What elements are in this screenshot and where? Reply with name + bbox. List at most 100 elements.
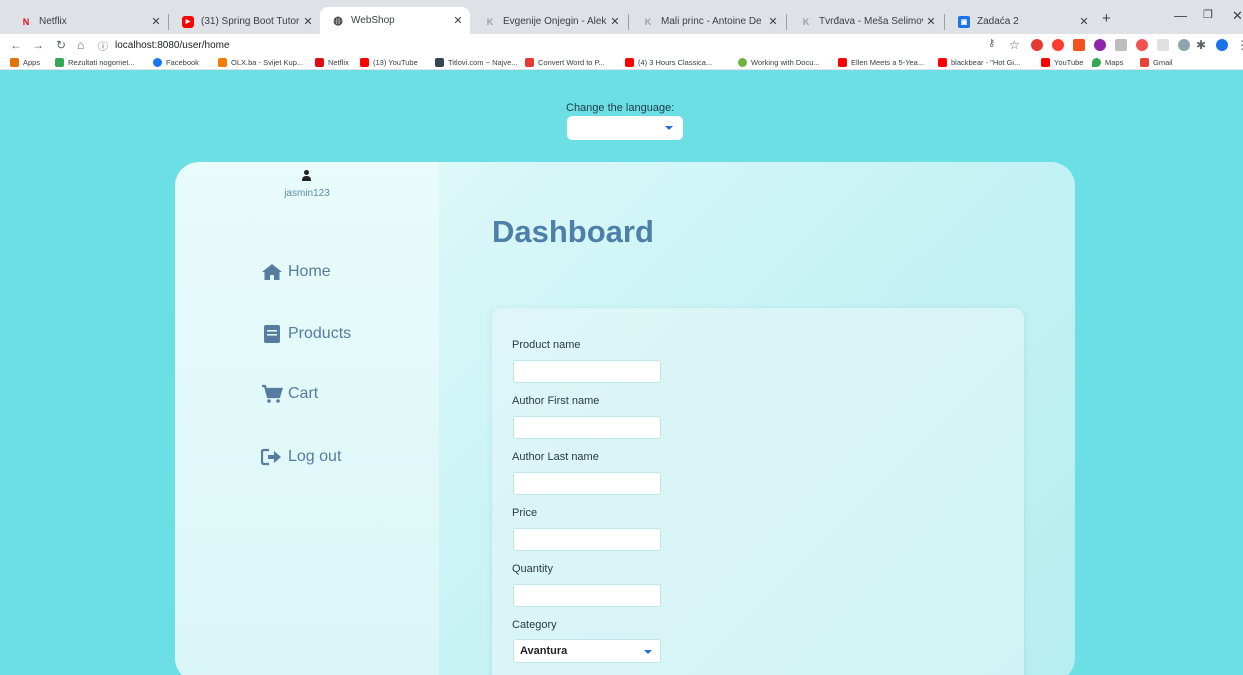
sidebar-item-label: Cart [288,385,319,402]
tab-youtube[interactable]: ▶ (31) Spring Boot Tutorials | Full C ✕ [170,9,320,34]
close-window-icon[interactable]: ✕ [1232,8,1243,24]
product-form: Product name Author First name Author La… [492,308,1024,675]
olx-icon [218,58,227,67]
author-first-name-input[interactable] [513,416,661,439]
tab-netflix[interactable]: N Netflix ✕ [8,9,168,34]
bookmark-titlovi[interactable]: Titlovi.com ~ Najve... [435,58,518,67]
info-icon: ⓘ [98,41,108,53]
tab-tvrdava[interactable]: K Tvrđava - Meša Selimović | Knjig ✕ [788,9,943,34]
home-icon [261,262,283,282]
tab-title: Evgenije Onjegin - Aleksandar P [503,16,607,27]
extension-icon[interactable] [1178,39,1190,51]
extension-icon[interactable] [1157,39,1169,51]
category-selected: Avantura [520,645,568,657]
user-icon [301,170,311,182]
bookmark-label: Gmail [1153,58,1173,67]
language-select[interactable] [567,116,683,140]
gmail-icon [1140,58,1149,67]
webshop-page: Change the language: jasmin123 Home Prod… [8,71,1243,675]
sidebar-item-cart[interactable]: Cart [261,384,318,404]
cart-icon [261,384,283,404]
puzzle-icon[interactable]: ✱ [1196,38,1206,52]
chevron-down-icon [665,126,673,130]
bookmark-classical[interactable]: (4) 3 Hours Classica... [625,58,712,67]
minimize-icon[interactable]: — [1174,8,1187,23]
close-icon[interactable]: ✕ [450,14,466,27]
bookmark-label: OLX.ba - Svijet Kup... [231,58,304,67]
username: jasmin123 [284,188,330,199]
back-arrow-icon[interactable]: ← [10,38,22,52]
close-icon[interactable]: ✕ [923,15,939,28]
dashboard-card: jasmin123 Home Products Cart Log out Das… [175,162,1075,675]
menu-icon[interactable]: ⋮ [1236,38,1243,52]
sidebar-item-label: Log out [288,448,342,465]
bookmark-icon [55,58,64,67]
author-last-name-input[interactable] [513,472,661,495]
youtube-icon [360,58,369,67]
netflix-icon [315,58,324,67]
price-input[interactable] [513,528,661,551]
bookmark-apps[interactable]: Apps [10,58,40,67]
bookmark-star-icon[interactable]: ☆ [1009,38,1020,52]
extension-icon[interactable] [1136,39,1148,51]
bookmark-facebook[interactable]: Facebook [153,58,199,67]
bookmark-label: Apps [23,58,41,67]
bookmark-ellen[interactable]: Ellen Meets a 5-Yea... [838,58,924,67]
avatar[interactable] [1216,39,1228,51]
adblock-icon[interactable] [1031,39,1043,51]
youtube-icon [938,58,947,67]
youtube-icon [625,58,634,67]
product-name-input[interactable] [513,360,661,383]
sidebar-item-home[interactable]: Home [261,262,331,282]
bookmark-gmail[interactable]: Gmail [1140,58,1173,67]
home-page-icon[interactable]: ⌂ [77,38,84,52]
extension-icon[interactable] [1115,39,1127,51]
bookmark-label: blackbear - "Hot Gi... [951,58,1021,67]
tab-title: Tvrđava - Meša Selimović | Knjig [819,16,923,27]
bookmark-working-docs[interactable]: Working with Docu... [738,58,820,67]
opera-icon[interactable] [1052,39,1064,51]
close-icon[interactable]: ✕ [765,15,781,28]
quantity-input[interactable] [513,584,661,607]
bookmark-label: Convert Word to P... [538,58,605,67]
address-bar[interactable]: ⓘ localhost:8080/user/home [98,37,978,53]
browser-toolbar: ← → ↻ ⌂ ⓘ localhost:8080/user/home ⚷ ☆ ✱… [0,34,1243,56]
bookmark-label: Working with Docu... [751,58,820,67]
close-icon[interactable]: ✕ [1076,15,1092,28]
restore-icon[interactable]: ❐ [1203,8,1213,21]
reload-icon[interactable]: ↻ [56,38,66,52]
bookmark-youtube-13[interactable]: (13) YouTube [360,58,418,67]
convert-icon [525,58,534,67]
tab-title: WebShop [351,15,395,26]
price-label: Price [512,507,538,519]
forward-arrow-icon[interactable]: → [32,38,44,52]
bookmark-rezultati[interactable]: Rezultati nogomet... [55,58,135,67]
sidebar-item-products[interactable]: Products [261,324,351,344]
bookmark-youtube[interactable]: YouTube [1041,58,1083,67]
book-icon: K [644,16,652,27]
browser-tabstrip: N Netflix ✕ ▶ (31) Spring Boot Tutorials… [0,0,1243,34]
language-label: Change the language: [566,102,675,114]
bookmark-label: Maps [1105,58,1124,67]
book-icon [261,324,283,344]
extension-icon[interactable] [1073,39,1085,51]
bookmark-convert[interactable]: Convert Word to P... [525,58,605,67]
bookmark-maps[interactable]: Maps [1092,58,1123,67]
bookmark-olx[interactable]: OLX.ba - Svijet Kup... [218,58,303,67]
new-tab-button[interactable]: + [1102,10,1111,27]
tab-evgenije-onjegin[interactable]: K Evgenije Onjegin - Aleksandar P ✕ [472,9,627,34]
bookmark-blackbear[interactable]: blackbear - "Hot Gi... [938,58,1020,67]
close-icon[interactable]: ✕ [607,15,623,28]
close-icon[interactable]: ✕ [300,15,316,28]
bookmark-netflix[interactable]: Netflix [315,58,349,67]
key-icon[interactable]: ⚷ [988,38,995,49]
sidebar-item-logout[interactable]: Log out [261,447,341,467]
bookmark-label: Netflix [328,58,349,67]
tab-mali-princ[interactable]: K Mali princ - Antoine De Saint Ex ✕ [630,9,785,34]
category-select[interactable]: Avantura [513,639,661,663]
close-icon[interactable]: ✕ [148,15,164,28]
logout-icon [261,447,283,467]
tab-webshop[interactable]: ◍ WebShop ✕ [320,7,470,34]
extension-icon[interactable] [1094,39,1106,51]
tab-zadaca[interactable]: ▣ Zadaća 2 ✕ [946,9,1096,34]
